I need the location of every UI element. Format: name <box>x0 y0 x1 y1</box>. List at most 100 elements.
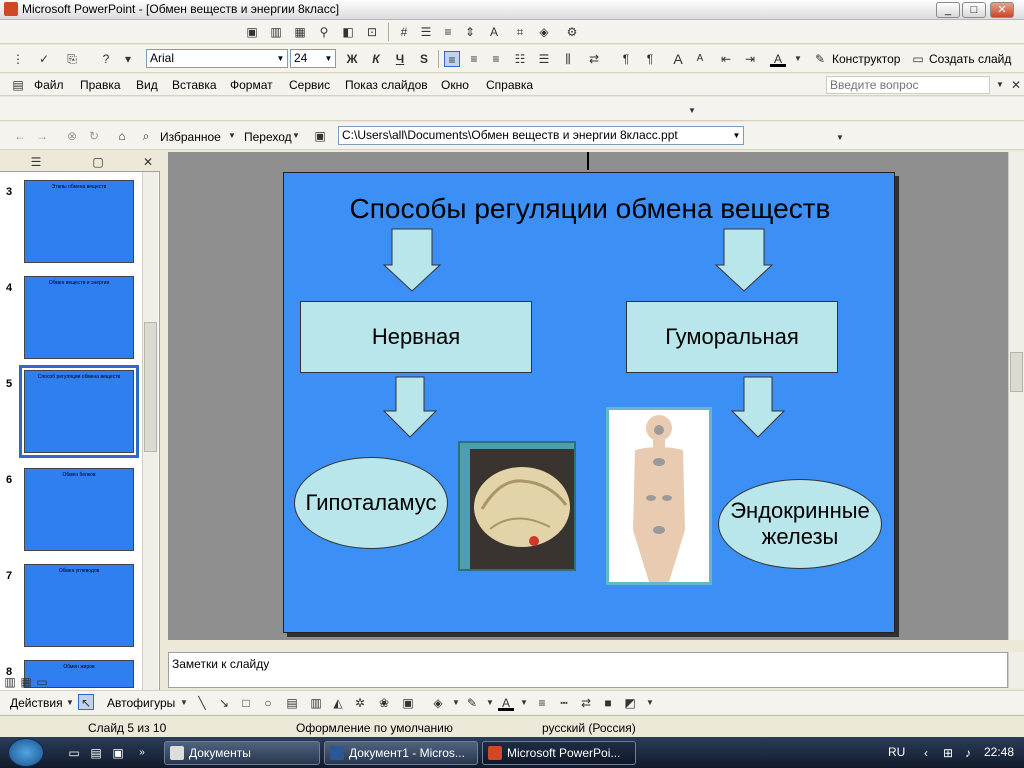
menu-view[interactable]: Вид <box>136 78 158 92</box>
new-slide-icon[interactable]: ▭ <box>910 51 926 67</box>
close-panel-icon[interactable]: ✕ <box>140 154 156 170</box>
task-documents[interactable]: Документы <box>164 741 320 765</box>
close-button[interactable]: ✕ <box>990 2 1014 18</box>
hypothalamus-ellipse[interactable]: Гипоталамус <box>294 457 448 549</box>
outline-tab-icon[interactable]: ☰ <box>28 154 44 170</box>
menu-tools[interactable]: Сервис <box>289 78 330 92</box>
forward-icon[interactable]: → <box>34 128 50 144</box>
chevron-down-icon[interactable]: ▼ <box>642 695 658 711</box>
bullets-icon[interactable]: ☰ <box>418 24 434 40</box>
arrow-style-icon[interactable]: ⇄ <box>578 695 594 711</box>
align-left-icon[interactable]: ≡ <box>444 51 460 67</box>
3d-style-icon[interactable]: ◩ <box>622 695 638 711</box>
diagram-icon[interactable]: ✲ <box>352 695 368 711</box>
humoral-box[interactable]: Гуморальная <box>626 301 838 373</box>
chevron-down-icon[interactable]: ▼ <box>730 127 743 144</box>
close-doc-icon[interactable]: ✕ <box>1008 77 1024 93</box>
italic-button[interactable]: К <box>368 51 384 67</box>
slide-thumbnail-selected[interactable]: Способ регуляции обмена веществ <box>19 365 139 458</box>
clock[interactable]: 22:48 <box>984 745 1014 759</box>
normal-view-icon[interactable]: ▥ <box>2 674 18 690</box>
chevron-down-icon[interactable]: ▼ <box>516 695 532 711</box>
goto-menu[interactable]: Переход <box>244 130 292 144</box>
chevron-down-icon[interactable]: ▼ <box>176 695 192 711</box>
sorter-view-icon[interactable]: ▦ <box>18 674 34 690</box>
scroll-thumb[interactable] <box>1010 352 1023 392</box>
fill-color-icon[interactable]: ◈ <box>430 695 446 711</box>
design-button[interactable]: Конструктор <box>832 52 900 66</box>
slide-thumbnail[interactable]: Обмен белков <box>24 468 134 551</box>
chevron-down-icon[interactable]: ▼ <box>448 695 464 711</box>
autoshapes-menu[interactable]: Автофигуры <box>107 696 175 710</box>
brain-image[interactable] <box>458 441 576 571</box>
oval-icon[interactable]: ○ <box>260 695 276 711</box>
nervous-box[interactable]: Нервная <box>300 301 532 373</box>
shadow-style-icon[interactable]: ■ <box>600 695 616 711</box>
menu-window[interactable]: Окно <box>441 78 469 92</box>
rtl-icon[interactable]: ¶ <box>642 51 658 67</box>
slide-canvas[interactable]: Способы регуляции обмена веществ Нервная… <box>283 172 895 633</box>
chevron-down-icon[interactable]: ▼ <box>482 695 498 711</box>
decrease-indent-icon[interactable]: ⇤ <box>718 51 734 67</box>
expand-icon[interactable]: ⇕ <box>462 24 478 40</box>
show-web-toolbar-icon[interactable]: ▣ <box>312 128 328 144</box>
refresh-icon[interactable]: ↻ <box>86 128 102 144</box>
stop-icon[interactable]: ⊗ <box>64 128 80 144</box>
chevron-down-icon[interactable]: ▼ <box>832 130 848 146</box>
graphics-icon[interactable]: ◈ <box>536 24 552 40</box>
columns-icon[interactable]: ⫼ <box>560 51 576 67</box>
align-right-icon[interactable]: ≡ <box>488 51 504 67</box>
textbox-icon[interactable]: ▤ <box>284 695 300 711</box>
save-icon[interactable]: ▣ <box>110 745 126 761</box>
bullets-icon[interactable]: ☰ <box>536 51 552 67</box>
grid-icon[interactable]: # <box>396 24 412 40</box>
address-combo[interactable]: C:\Users\all\Documents\Обмен веществ и э… <box>338 126 744 145</box>
spelling-icon[interactable]: ✓ <box>36 51 52 67</box>
task-word[interactable]: Документ1 - Micros... <box>324 741 478 765</box>
home-icon[interactable]: ⌂ <box>114 128 130 144</box>
design-icon[interactable]: ✎ <box>812 51 828 67</box>
increase-font-icon[interactable]: A <box>670 51 686 67</box>
menu-file[interactable]: Файл <box>34 78 64 92</box>
scroll-thumb[interactable] <box>144 322 157 452</box>
font-color-icon[interactable]: A <box>770 51 786 67</box>
color-grayscale-icon[interactable]: ◧ <box>340 24 356 40</box>
insert-picture-icon[interactable]: ▣ <box>244 24 260 40</box>
slide-thumbnail[interactable]: Этапы обмена веществ <box>24 180 134 263</box>
chevron-down-icon[interactable]: ▼ <box>62 695 78 711</box>
document-icon[interactable]: ▤ <box>10 77 26 93</box>
menu-format[interactable]: Формат <box>230 78 273 92</box>
shadow-button[interactable]: S <box>416 51 432 67</box>
notes-pane[interactable]: Заметки к слайду <box>168 652 1008 688</box>
copy-icon[interactable]: ⎘ <box>64 51 80 67</box>
chevron-down-icon[interactable]: ▼ <box>288 128 304 144</box>
menu-edit[interactable]: Правка <box>80 78 121 92</box>
font-name-combo[interactable]: Arial ▼ <box>146 49 288 68</box>
numbering-icon[interactable]: ☷ <box>512 51 528 67</box>
slideshow-view-icon[interactable]: ▭ <box>34 674 50 690</box>
options-icon[interactable]: ▾ <box>120 51 136 67</box>
search-web-icon[interactable]: ⌕ <box>138 128 154 144</box>
slides-tab-icon[interactable]: ▢ <box>90 154 106 170</box>
chevron-down-icon[interactable]: ▼ <box>322 50 335 67</box>
menu-slideshow[interactable]: Показ слайдов <box>345 78 428 92</box>
direction-icon[interactable]: ⇄ <box>586 51 602 67</box>
arrow-icon[interactable]: ↘ <box>216 695 232 711</box>
slide-thumbnail[interactable]: Обмен углеводов <box>24 564 134 647</box>
design-toggle-icon[interactable]: ⚙ <box>564 24 580 40</box>
chevron-down-icon[interactable]: ▼ <box>790 51 806 67</box>
body-image[interactable] <box>606 407 712 585</box>
text-icon[interactable]: A <box>486 24 502 40</box>
zoom-icon[interactable]: ⊡ <box>364 24 380 40</box>
endocrine-ellipse[interactable]: Эндокринные железы <box>718 479 882 569</box>
chevron-down-icon[interactable]: ▼ <box>274 50 287 67</box>
line-icon[interactable]: ╲ <box>194 695 210 711</box>
minimize-button[interactable]: _ <box>936 2 960 18</box>
hyperlink-icon[interactable]: ⚲ <box>316 24 332 40</box>
rectangle-icon[interactable]: □ <box>238 695 254 711</box>
task-powerpoint[interactable]: Microsoft PowerPoi... <box>482 741 636 765</box>
slides-scrollbar[interactable] <box>142 172 158 690</box>
maximize-button[interactable]: □ <box>962 2 986 18</box>
new-slide-button[interactable]: Создать слайд <box>929 52 1011 66</box>
decrease-font-icon[interactable]: A <box>692 51 708 67</box>
